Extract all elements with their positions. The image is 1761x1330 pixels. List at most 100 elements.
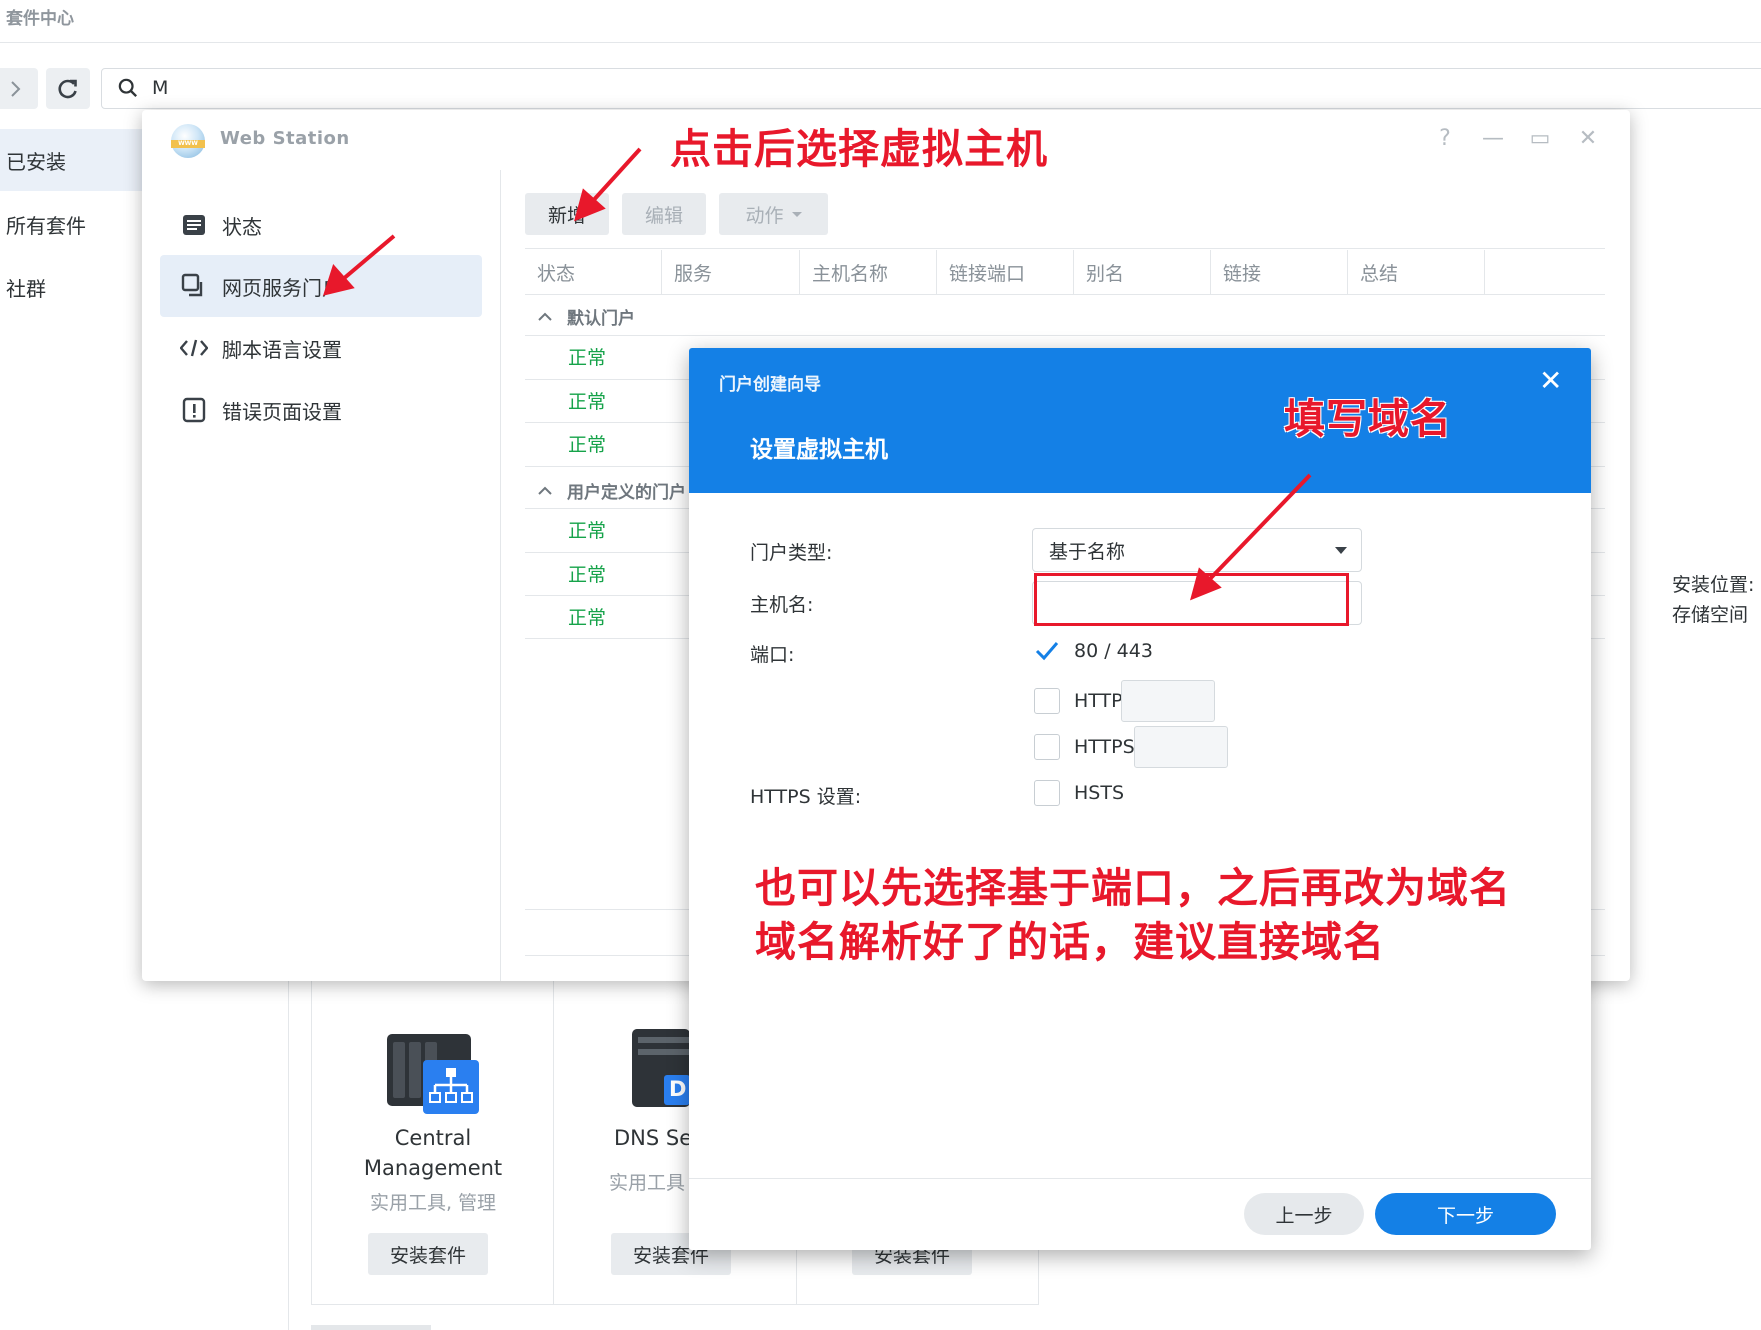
nav-all-packages[interactable]: 所有套件 [0, 193, 142, 255]
status-normal: 正常 [568, 520, 607, 542]
hostname-highlight-box [1034, 573, 1349, 626]
app-title: 套件中心 [6, 9, 74, 29]
https-checkbox[interactable] [1034, 734, 1060, 760]
divider [525, 335, 1605, 336]
close-button[interactable]: ✕ [1573, 126, 1603, 151]
column-header[interactable]: 状态 [525, 250, 662, 294]
divider [553, 975, 554, 1305]
install-location-value: 存储空间 [1672, 604, 1749, 626]
sidebar-item-label: 脚本语言设置 [222, 337, 342, 362]
column-header[interactable]: 别名 [1074, 250, 1211, 294]
hsts-label: HSTS [1074, 782, 1125, 804]
portal-type-select[interactable]: 基于名称 [1032, 528, 1362, 572]
group-label: 默认门户 [567, 309, 635, 329]
package-category: 实用工具, 管理 [369, 1192, 497, 1214]
port-80-443-checkbox[interactable] [1034, 638, 1060, 664]
portal-type-value: 基于名称 [1049, 540, 1126, 563]
divider [525, 294, 1605, 295]
http-port-input[interactable] [1121, 680, 1215, 722]
refresh-icon [58, 79, 77, 98]
sidebar-item-script-language[interactable]: 脚本语言设置 [160, 317, 482, 379]
search-icon [118, 78, 138, 98]
column-header[interactable]: 主机名称 [800, 250, 937, 294]
chevron-right-icon [11, 80, 21, 97]
hostname-label: 主机名: [750, 594, 814, 616]
portal-wizard-dialog: 门户创建向导 设置虚拟主机 ✕ 门户类型: 基于名称 主机名: 端口: 80 /… [689, 348, 1591, 1250]
nav-installed[interactable]: 已安装 [0, 129, 142, 191]
install-location-label: 安装位置: [1672, 574, 1755, 596]
column-header[interactable]: 链接 [1211, 250, 1348, 294]
chevron-up-icon [538, 312, 552, 321]
status-normal: 正常 [568, 607, 607, 629]
package-name: Management [363, 1156, 503, 1180]
sidebar-item-status[interactable]: 状态 [160, 194, 482, 256]
code-icon [180, 334, 208, 362]
group-label: 用户定义的门户 [567, 483, 686, 503]
close-icon[interactable]: ✕ [1539, 364, 1562, 397]
action-label: 动作 [745, 204, 784, 227]
annotation-note-line2: 域名解析好了的话，建议直接域名 [755, 918, 1385, 966]
search-input[interactable]: M [101, 68, 1761, 109]
group-user-portal[interactable]: 用户定义的门户 [537, 478, 686, 503]
sidebar-item-error-page[interactable]: 错误页面设置 [160, 379, 482, 441]
chevron-up-icon [538, 486, 552, 495]
annotation-note-line1: 也可以先选择基于端口，之后再改为域名 [755, 864, 1511, 912]
divider [311, 1325, 431, 1330]
sidebar-item-web-portal[interactable]: 网页服务门户 [160, 255, 482, 317]
nav-community[interactable]: 社群 [0, 256, 142, 318]
group-default-portal[interactable]: 默认门户 [537, 304, 635, 329]
install-package-button[interactable]: 安装套件 [368, 1233, 488, 1275]
dns-icon-letter: D [669, 1077, 687, 1101]
divider [500, 170, 501, 981]
http-checkbox[interactable] [1034, 688, 1060, 714]
divider [0, 42, 1761, 43]
add-button[interactable]: 新增 [525, 193, 609, 235]
port-label: 端口: [750, 644, 795, 666]
package-name: Central [394, 1126, 472, 1150]
checkmark-icon [1035, 642, 1059, 661]
caret-down-icon [1335, 547, 1347, 554]
dns-server-icon: D [628, 1025, 690, 1109]
maximize-button[interactable]: ▭ [1525, 126, 1555, 151]
column-header[interactable]: 链接端口 [937, 250, 1074, 294]
help-button[interactable]: ? [1430, 126, 1460, 151]
status-normal: 正常 [568, 564, 607, 586]
column-header[interactable]: 总结 [1348, 250, 1485, 294]
hsts-checkbox[interactable] [1034, 780, 1060, 806]
window-title: Web Station [220, 128, 350, 149]
central-management-icon [383, 1030, 483, 1120]
action-dropdown[interactable]: 动作 [719, 193, 828, 235]
status-normal: 正常 [568, 391, 607, 413]
status-normal: 正常 [568, 347, 607, 369]
http-label: HTTP [1074, 690, 1123, 712]
sidebar-item-label: 错误页面设置 [222, 399, 342, 424]
https-port-input[interactable] [1134, 726, 1228, 768]
web-station-logo-band: WWW [171, 140, 205, 148]
divider [689, 1178, 1591, 1179]
forward-button[interactable] [0, 68, 38, 109]
wizard-small-title: 门户创建向导 [719, 375, 821, 395]
sidebar-item-label: 网页服务门户 [222, 275, 342, 300]
refresh-button[interactable] [46, 68, 90, 109]
port-80-443-label: 80 / 443 [1074, 640, 1153, 662]
caret-down-icon [791, 211, 802, 217]
error-page-icon [180, 396, 208, 424]
minimize-button[interactable]: — [1478, 126, 1508, 151]
previous-button[interactable]: 上一步 [1244, 1193, 1364, 1235]
sidebar-item-label: 状态 [222, 214, 262, 239]
status-icon [180, 211, 208, 239]
portal-type-label: 门户类型: [750, 542, 833, 564]
divider [288, 960, 289, 1330]
https-settings-label: HTTPS 设置: [750, 786, 862, 808]
web-portal-icon [180, 272, 208, 300]
annotation-fill-domain: 填写域名 [1284, 395, 1452, 443]
next-button[interactable]: 下一步 [1375, 1193, 1556, 1235]
annotation-select-virtual-host: 点击后选择虚拟主机 [670, 125, 1048, 173]
https-label: HTTPS [1074, 736, 1135, 758]
search-value: M [152, 77, 169, 99]
wizard-header: 门户创建向导 设置虚拟主机 ✕ [689, 348, 1591, 493]
wizard-title: 设置虚拟主机 [750, 437, 888, 463]
divider [525, 248, 1605, 249]
edit-button[interactable]: 编辑 [622, 193, 706, 235]
column-header[interactable]: 服务 [662, 250, 800, 294]
